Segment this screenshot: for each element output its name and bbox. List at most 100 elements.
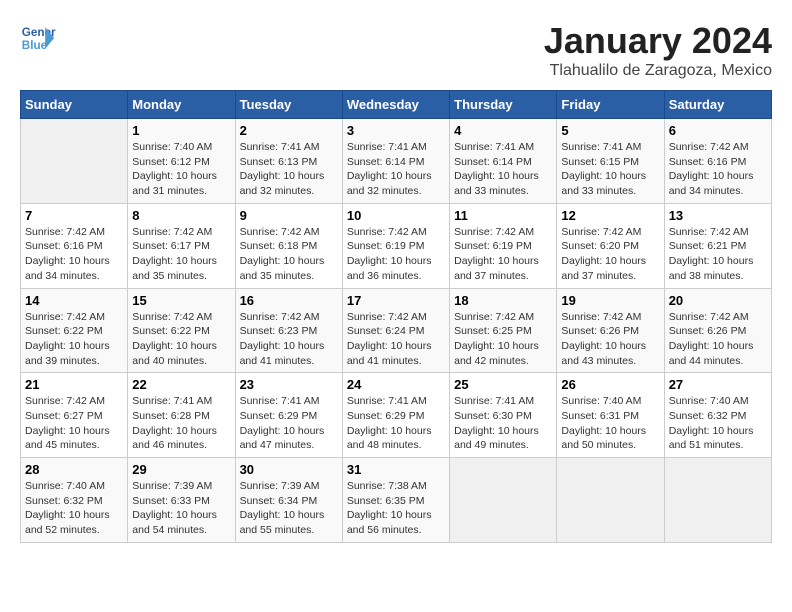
day-number: 13 xyxy=(669,208,767,223)
calendar-cell: 19 Sunrise: 7:42 AMSunset: 6:26 PMDayligh… xyxy=(557,288,664,373)
calendar-cell: 16 Sunrise: 7:42 AMSunset: 6:23 PMDayligh… xyxy=(235,288,342,373)
logo-icon: General Blue xyxy=(20,20,56,56)
calendar-cell: 17Sunrise: 7:42 AMSunset: 6:24 PMDayligh… xyxy=(342,288,449,373)
day-number: 23 xyxy=(240,377,338,392)
calendar-header: SundayMondayTuesdayWednesdayThursdayFrid… xyxy=(21,91,772,119)
day-info: Sunrise: 7:41 AMSunset: 6:13 PMDaylight:… xyxy=(240,140,338,199)
page-header: General Blue January 2024 Tlahualilo de … xyxy=(20,20,772,80)
day-info: Sunrise: 7:42 AMSunset: 6:21 PMDaylight:… xyxy=(669,225,767,284)
calendar-cell: 7Sunrise: 7:42 AMSunset: 6:16 PMDaylight… xyxy=(21,203,128,288)
calendar-cell: 10 Sunrise: 7:42 AMSunset: 6:19 PMDayligh… xyxy=(342,203,449,288)
calendar-cell: 8Sunrise: 7:42 AMSunset: 6:17 PMDaylight… xyxy=(128,203,235,288)
day-number: 25 xyxy=(454,377,552,392)
weekday-header-monday: Monday xyxy=(128,91,235,119)
day-info: Sunrise: 7:42 AMSunset: 6:19 PMDaylight:… xyxy=(347,225,445,284)
day-info: Sunrise: 7:38 AMSunset: 6:35 PMDaylight:… xyxy=(347,479,445,538)
day-number: 27 xyxy=(669,377,767,392)
calendar-cell xyxy=(557,458,664,543)
day-info: Sunrise: 7:41 AMSunset: 6:14 PMDaylight:… xyxy=(454,140,552,199)
day-info: Sunrise: 7:42 AMSunset: 6:26 PMDaylight:… xyxy=(669,310,767,369)
day-info: Sunrise: 7:42 AMSunset: 6:22 PMDaylight:… xyxy=(132,310,230,369)
day-info: Sunrise: 7:41 AMSunset: 6:29 PMDaylight:… xyxy=(347,394,445,453)
calendar-cell: 2 Sunrise: 7:41 AMSunset: 6:13 PMDaylight… xyxy=(235,119,342,204)
calendar-cell: 24 Sunrise: 7:41 AMSunset: 6:29 PMDayligh… xyxy=(342,373,449,458)
day-number: 15 xyxy=(132,293,230,308)
calendar-cell: 11Sunrise: 7:42 AMSunset: 6:19 PMDayligh… xyxy=(450,203,557,288)
day-number: 3 xyxy=(347,123,445,138)
day-info: Sunrise: 7:42 AMSunset: 6:19 PMDaylight:… xyxy=(454,225,552,284)
day-number: 29 xyxy=(132,462,230,477)
calendar-cell: 29 Sunrise: 7:39 AMSunset: 6:33 PMDayligh… xyxy=(128,458,235,543)
month-year-title: January 2024 xyxy=(544,20,772,62)
calendar-cell: 25 Sunrise: 7:41 AMSunset: 6:30 PMDayligh… xyxy=(450,373,557,458)
calendar-week-row: 1Sunrise: 7:40 AMSunset: 6:12 PMDaylight… xyxy=(21,119,772,204)
calendar-table: SundayMondayTuesdayWednesdayThursdayFrid… xyxy=(20,90,772,543)
day-info: Sunrise: 7:42 AMSunset: 6:18 PMDaylight:… xyxy=(240,225,338,284)
day-info: Sunrise: 7:40 AMSunset: 6:32 PMDaylight:… xyxy=(669,394,767,453)
day-info: Sunrise: 7:42 AMSunset: 6:26 PMDaylight:… xyxy=(561,310,659,369)
day-info: Sunrise: 7:41 AMSunset: 6:15 PMDaylight:… xyxy=(561,140,659,199)
day-number: 28 xyxy=(25,462,123,477)
calendar-cell: 30 Sunrise: 7:39 AMSunset: 6:34 PMDayligh… xyxy=(235,458,342,543)
weekday-header-friday: Friday xyxy=(557,91,664,119)
day-info: Sunrise: 7:39 AMSunset: 6:34 PMDaylight:… xyxy=(240,479,338,538)
day-info: Sunrise: 7:40 AMSunset: 6:32 PMDaylight:… xyxy=(25,479,123,538)
weekday-header-tuesday: Tuesday xyxy=(235,91,342,119)
weekday-header-saturday: Saturday xyxy=(664,91,771,119)
day-info: Sunrise: 7:42 AMSunset: 6:16 PMDaylight:… xyxy=(669,140,767,199)
weekday-header-sunday: Sunday xyxy=(21,91,128,119)
calendar-cell xyxy=(21,119,128,204)
day-info: Sunrise: 7:39 AMSunset: 6:33 PMDaylight:… xyxy=(132,479,230,538)
day-number: 26 xyxy=(561,377,659,392)
day-info: Sunrise: 7:42 AMSunset: 6:22 PMDaylight:… xyxy=(25,310,123,369)
calendar-cell: 22Sunrise: 7:41 AMSunset: 6:28 PMDayligh… xyxy=(128,373,235,458)
calendar-week-row: 7Sunrise: 7:42 AMSunset: 6:16 PMDaylight… xyxy=(21,203,772,288)
day-number: 18 xyxy=(454,293,552,308)
calendar-cell: 15 Sunrise: 7:42 AMSunset: 6:22 PMDayligh… xyxy=(128,288,235,373)
day-number: 16 xyxy=(240,293,338,308)
weekday-header-thursday: Thursday xyxy=(450,91,557,119)
day-number: 10 xyxy=(347,208,445,223)
day-number: 5 xyxy=(561,123,659,138)
calendar-cell xyxy=(450,458,557,543)
day-number: 6 xyxy=(669,123,767,138)
day-info: Sunrise: 7:40 AMSunset: 6:12 PMDaylight:… xyxy=(132,140,230,199)
day-info: Sunrise: 7:40 AMSunset: 6:31 PMDaylight:… xyxy=(561,394,659,453)
calendar-week-row: 21 Sunrise: 7:42 AMSunset: 6:27 PMDayligh… xyxy=(21,373,772,458)
calendar-week-row: 28 Sunrise: 7:40 AMSunset: 6:32 PMDayligh… xyxy=(21,458,772,543)
calendar-cell: 14Sunrise: 7:42 AMSunset: 6:22 PMDayligh… xyxy=(21,288,128,373)
day-number: 20 xyxy=(669,293,767,308)
day-number: 21 xyxy=(25,377,123,392)
calendar-cell: 28 Sunrise: 7:40 AMSunset: 6:32 PMDayligh… xyxy=(21,458,128,543)
day-number: 19 xyxy=(561,293,659,308)
calendar-cell: 1Sunrise: 7:40 AMSunset: 6:12 PMDaylight… xyxy=(128,119,235,204)
calendar-cell: 9Sunrise: 7:42 AMSunset: 6:18 PMDaylight… xyxy=(235,203,342,288)
day-info: Sunrise: 7:42 AMSunset: 6:25 PMDaylight:… xyxy=(454,310,552,369)
day-info: Sunrise: 7:42 AMSunset: 6:23 PMDaylight:… xyxy=(240,310,338,369)
calendar-cell: 23Sunrise: 7:41 AMSunset: 6:29 PMDayligh… xyxy=(235,373,342,458)
day-number: 2 xyxy=(240,123,338,138)
weekday-header-row: SundayMondayTuesdayWednesdayThursdayFrid… xyxy=(21,91,772,119)
calendar-cell: 12 Sunrise: 7:42 AMSunset: 6:20 PMDayligh… xyxy=(557,203,664,288)
day-info: Sunrise: 7:41 AMSunset: 6:30 PMDaylight:… xyxy=(454,394,552,453)
day-number: 30 xyxy=(240,462,338,477)
day-number: 22 xyxy=(132,377,230,392)
weekday-header-wednesday: Wednesday xyxy=(342,91,449,119)
calendar-cell: 31Sunrise: 7:38 AMSunset: 6:35 PMDayligh… xyxy=(342,458,449,543)
day-number: 7 xyxy=(25,208,123,223)
calendar-cell: 27 Sunrise: 7:40 AMSunset: 6:32 PMDayligh… xyxy=(664,373,771,458)
day-info: Sunrise: 7:42 AMSunset: 6:27 PMDaylight:… xyxy=(25,394,123,453)
calendar-cell: 21 Sunrise: 7:42 AMSunset: 6:27 PMDayligh… xyxy=(21,373,128,458)
calendar-cell: 13 Sunrise: 7:42 AMSunset: 6:21 PMDayligh… xyxy=(664,203,771,288)
day-number: 12 xyxy=(561,208,659,223)
day-number: 24 xyxy=(347,377,445,392)
location-subtitle: Tlahualilo de Zaragoza, Mexico xyxy=(544,62,772,80)
day-info: Sunrise: 7:42 AMSunset: 6:24 PMDaylight:… xyxy=(347,310,445,369)
calendar-cell: 20 Sunrise: 7:42 AMSunset: 6:26 PMDayligh… xyxy=(664,288,771,373)
day-info: Sunrise: 7:42 AMSunset: 6:20 PMDaylight:… xyxy=(561,225,659,284)
day-number: 4 xyxy=(454,123,552,138)
calendar-cell: 3Sunrise: 7:41 AMSunset: 6:14 PMDaylight… xyxy=(342,119,449,204)
calendar-cell: 4 Sunrise: 7:41 AMSunset: 6:14 PMDaylight… xyxy=(450,119,557,204)
day-info: Sunrise: 7:42 AMSunset: 6:17 PMDaylight:… xyxy=(132,225,230,284)
calendar-week-row: 14Sunrise: 7:42 AMSunset: 6:22 PMDayligh… xyxy=(21,288,772,373)
